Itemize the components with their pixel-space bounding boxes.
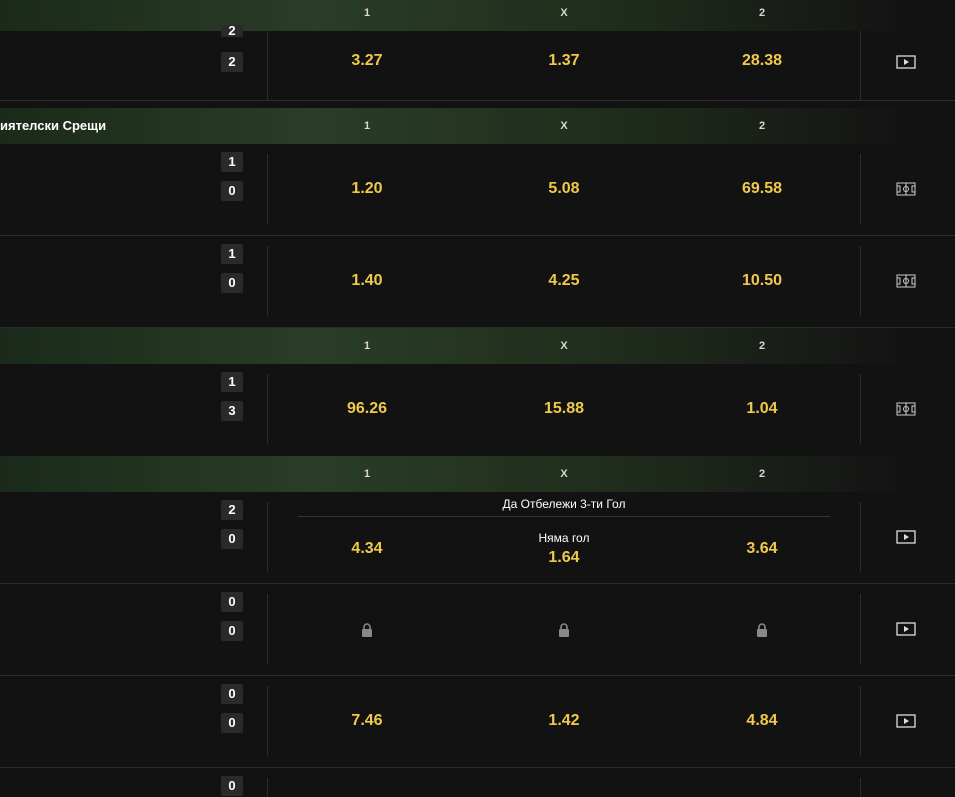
league-title: иятелски Срещи [0,118,107,133]
event-row[interactable]: 1 3 96.26 15.88 1.04 [0,364,955,447]
odd-draw[interactable]: 5.08 [514,180,614,198]
col-label-away: 2 [758,7,766,19]
score-home: 1 [221,244,243,264]
score-away: 2 [221,52,243,72]
play-icon[interactable] [896,622,916,636]
market-title: Да Отбележи 3-ти Гол [502,497,626,511]
event-row[interactable]: 1 0 1.40 4.25 10.50 [0,236,955,328]
odd-home[interactable]: 3.27 [317,52,417,70]
col-label-away: 2 [758,120,766,132]
odd-away[interactable]: 69.58 [712,180,812,198]
odd-draw[interactable]: 1.64 [514,549,614,567]
odd-draw[interactable]: 15.88 [514,400,614,418]
col-label-draw: X [560,468,568,480]
odd-away[interactable]: 1.04 [712,400,812,418]
odd-draw[interactable]: 1.37 [514,52,614,70]
field-icon[interactable] [896,402,916,416]
field-icon[interactable] [896,182,916,196]
event-row[interactable]: 2 0 Да Отбележи 3-ти Гол Няма гол 4.34 1… [0,492,955,584]
score-away: 0 [221,529,243,549]
odd-home[interactable]: 4.34 [317,540,417,558]
market-header: иятелски Срещи 1 X 2 [0,108,895,144]
col-label-away: 2 [758,340,766,352]
play-icon[interactable] [896,55,916,69]
odd-home[interactable]: 96.26 [317,400,417,418]
odd-home[interactable]: 1.40 [317,272,417,290]
col-label-home: 1 [363,7,371,19]
odd-away[interactable]: 4.84 [712,712,812,730]
col-label-home: 1 [363,120,371,132]
score-away: 0 [221,713,243,733]
market-header: 1 X 2 [0,328,895,364]
odd-away[interactable]: 10.50 [712,272,812,290]
col-label-draw: X [560,340,568,352]
market-header: 1 X 2 [0,0,895,31]
event-row[interactable]: 2 2 3.27 1.37 28.38 [0,25,955,101]
odd-draw[interactable]: 4.25 [514,272,614,290]
col-label-draw: X [560,120,568,132]
odd-home[interactable]: 7.46 [317,712,417,730]
score-home: 2 [221,500,243,520]
odd-away[interactable]: 28.38 [712,52,812,70]
score-home: 0 [221,592,243,612]
lock-icon [757,623,767,637]
col-label-home: 1 [363,468,371,480]
market-divider [298,516,830,517]
score-home: 0 [221,684,243,704]
market-option-label: Няма гол [538,531,590,545]
score-home: 1 [221,372,243,392]
score-away: 3 [221,401,243,421]
col-label-draw: X [560,7,568,19]
market-header: 1 X 2 [0,456,895,492]
lock-icon [362,623,372,637]
score-home: 1 [221,152,243,172]
odd-draw[interactable]: 1.42 [514,712,614,730]
event-row[interactable]: 0 [0,768,955,797]
lock-icon [559,623,569,637]
col-label-away: 2 [758,468,766,480]
col-label-home: 1 [363,340,371,352]
score-away: 0 [221,621,243,641]
odd-home[interactable]: 1.20 [317,180,417,198]
play-icon[interactable] [896,714,916,728]
score-away: 0 [221,273,243,293]
score-home: 0 [221,776,243,796]
play-icon[interactable] [896,530,916,544]
event-row[interactable]: 0 0 7.46 1.42 4.84 [0,676,955,768]
score-away: 0 [221,181,243,201]
event-row[interactable]: 0 0 [0,584,955,676]
field-icon[interactable] [896,274,916,288]
odd-away[interactable]: 3.64 [712,540,812,558]
score-home: 2 [221,25,243,37]
event-row[interactable]: 1 0 1.20 5.08 69.58 [0,144,955,236]
